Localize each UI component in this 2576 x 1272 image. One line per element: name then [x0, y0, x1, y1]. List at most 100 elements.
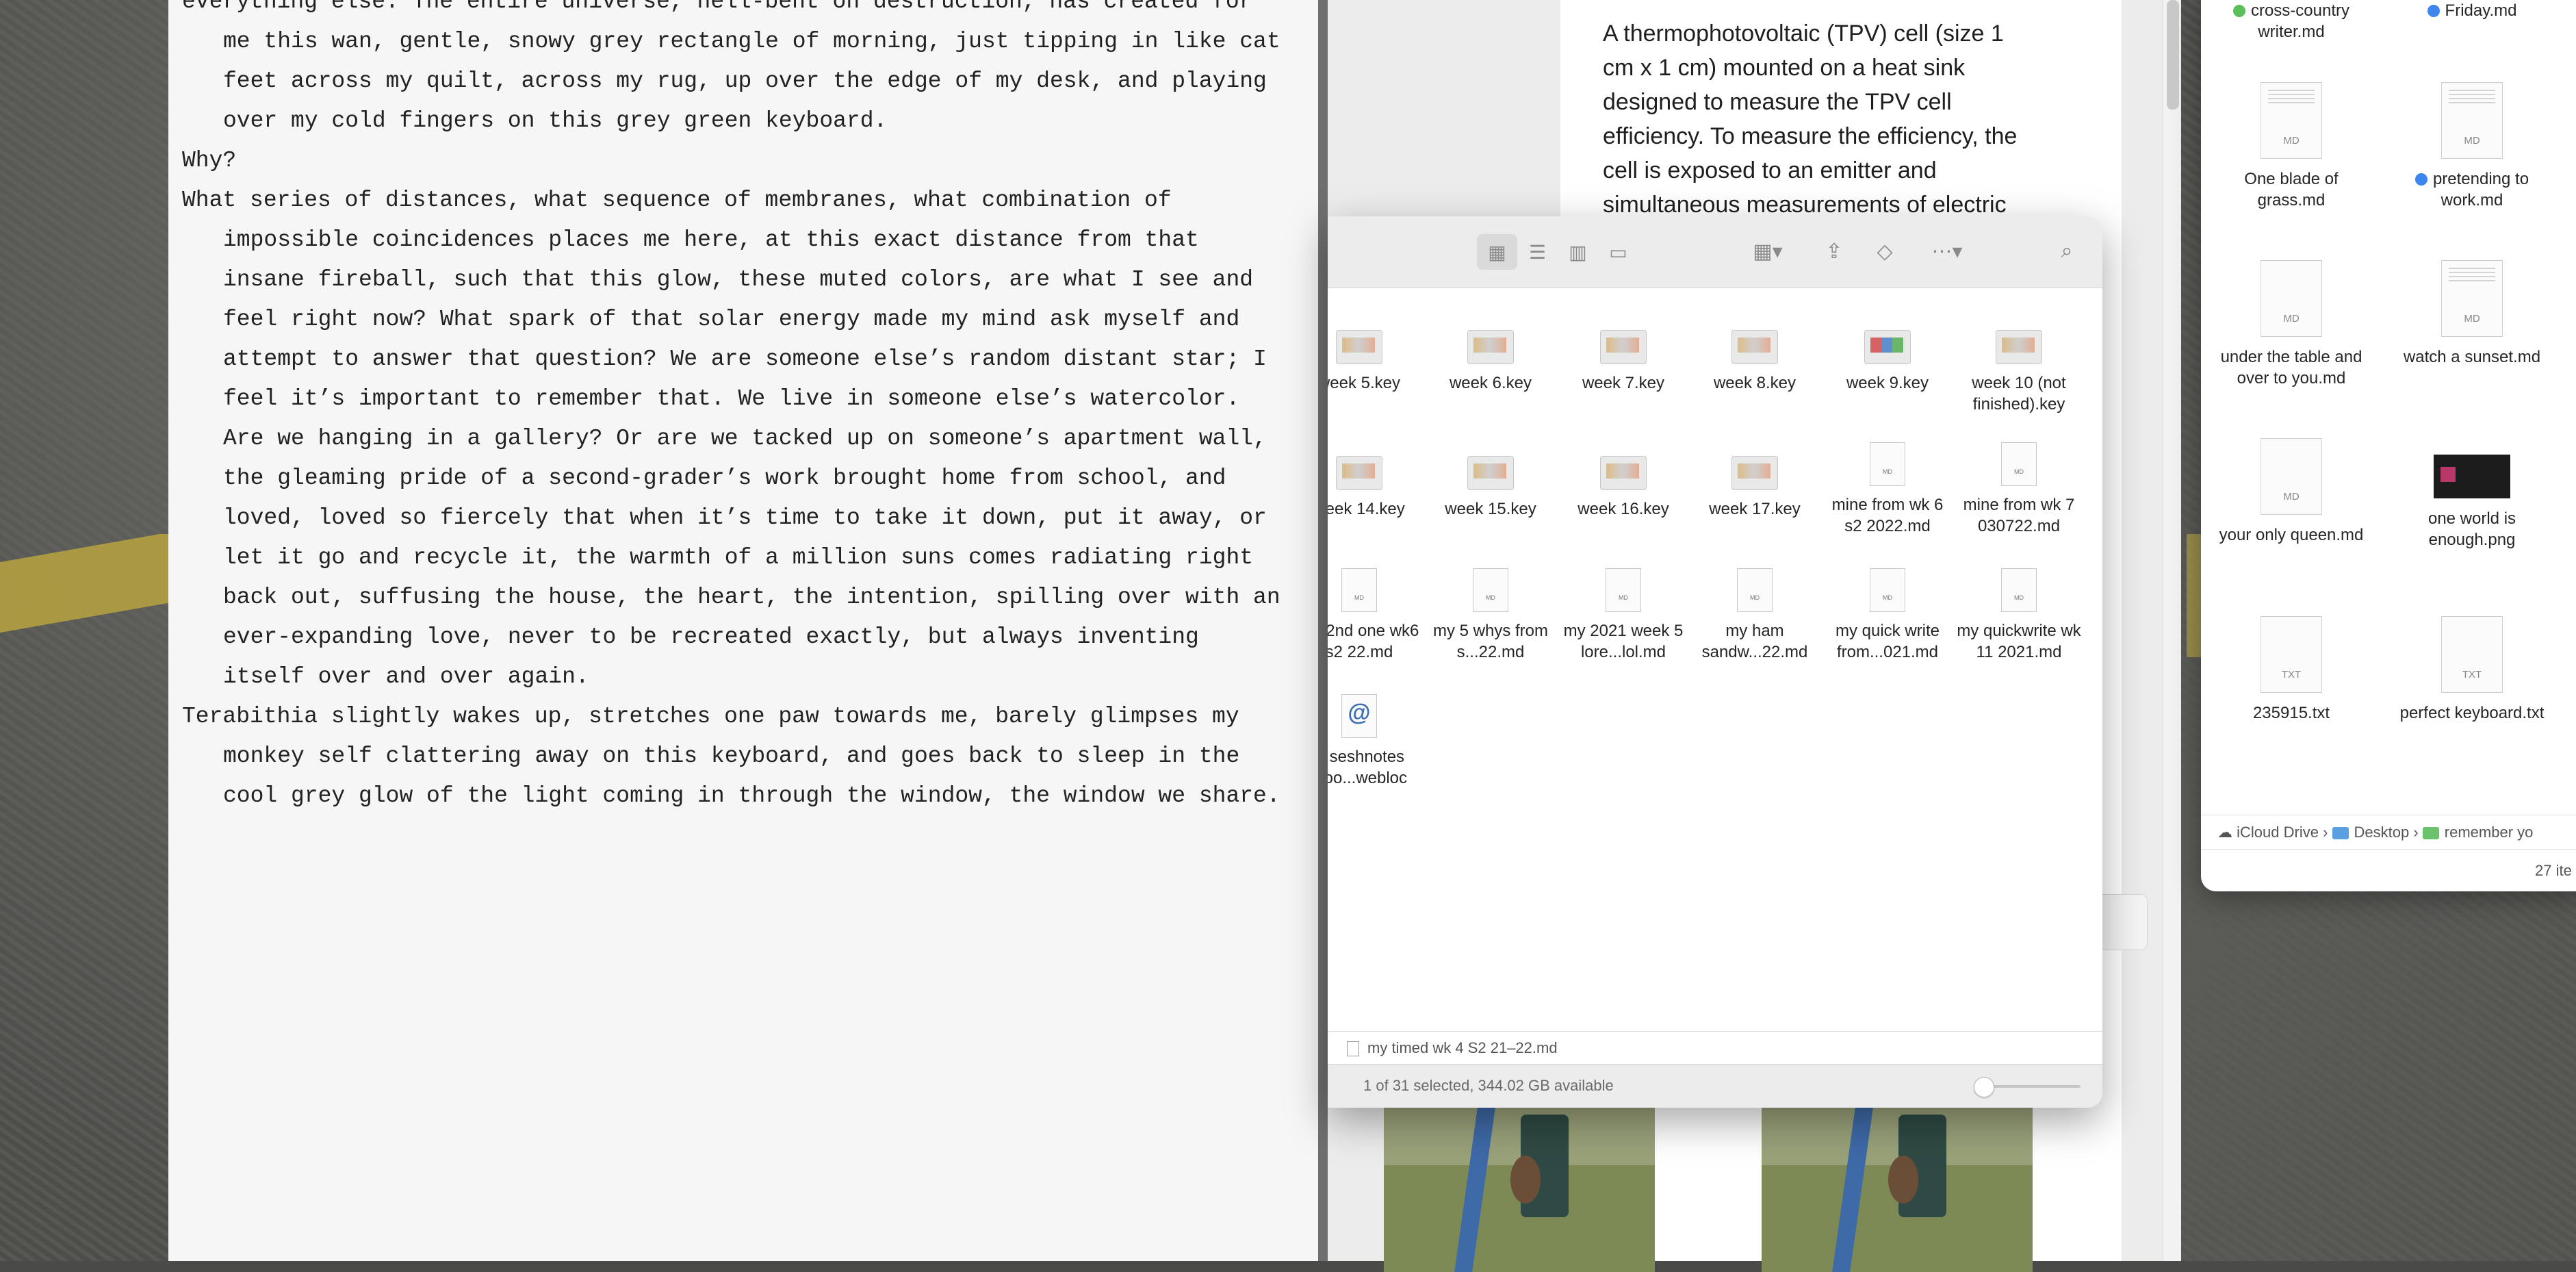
file-item[interactable]: week 9.key — [1825, 323, 1950, 394]
share-icon[interactable]: ⇪ — [1814, 234, 1855, 268]
file-item[interactable]: mine from wk 7 030722.md — [1956, 442, 2082, 537]
path-item[interactable]: my timed wk 4 S2 21–22.md — [1367, 1032, 1558, 1065]
file-item[interactable]: Friday.md — [2390, 0, 2554, 21]
file-item[interactable]: my ham sandw...22.md — [1692, 568, 1818, 663]
file-item[interactable]: MD pretending to work.md — [2390, 82, 2554, 211]
markdown-file-icon: MD — [2261, 260, 2322, 337]
keynote-file-icon — [1600, 330, 1647, 364]
green-tag-icon — [2232, 5, 2245, 17]
markdown-file-icon — [1870, 568, 1905, 612]
markdown-file-icon — [1606, 568, 1641, 612]
right-finder-path-bar: ☁ iCloud Drive › Desktop › remember yo — [2201, 815, 2576, 850]
tag-icon[interactable]: ◇ — [1864, 234, 1905, 268]
keynote-file-icon — [1467, 456, 1514, 490]
finder-status-bar: 1 of 31 selected, 344.02 GB available — [1328, 1064, 2102, 1108]
finder-path-bar: my timed wk 4 S2 21–22.md — [1328, 1031, 2102, 1065]
file-item[interactable]: cross-country writer.md — [2209, 0, 2373, 42]
view-switcher[interactable]: ▦ ☰ ▥ ▭ — [1477, 234, 1638, 270]
markdown-file-icon: MD — [2261, 82, 2322, 159]
markdown-file-icon: MD — [2261, 438, 2322, 515]
editor-paragraph: Terabithia slightly wakes up, stretches … — [182, 704, 1280, 809]
text-file-icon: TXT — [2261, 616, 2322, 693]
keynote-file-icon — [1731, 456, 1778, 490]
text-file-icon: TXT — [2441, 616, 2503, 693]
cloud-icon: ☁ — [2217, 824, 2232, 841]
right-finder-scrollbar[interactable] — [2167, 0, 2179, 110]
keynote-file-icon — [1336, 330, 1382, 364]
editor-paragraph: everything else. The entire universe, he… — [182, 0, 1280, 133]
breadcrumb-item[interactable]: remember yo — [2445, 824, 2534, 841]
breadcrumb-item[interactable]: Desktop — [2354, 824, 2410, 841]
text-editor-window[interactable]: everything else. The entire universe, he… — [168, 0, 1328, 1261]
file-item[interactable]: one world is enough.png — [2390, 438, 2554, 550]
finder-icon-grid: week 5.key week 6.key week 7.key week 8.… — [1328, 288, 2102, 1005]
breadcrumb: ☁ iCloud Drive › Desktop › remember yo — [2217, 824, 2534, 841]
slider-knob[interactable] — [1974, 1077, 1994, 1097]
editor-paragraph: Why? — [182, 148, 237, 173]
markdown-file-icon — [2001, 568, 2037, 612]
file-item[interactable]: week 7.key — [1560, 323, 1686, 394]
file-item[interactable]: TXT 235915.txt — [2209, 616, 2373, 724]
file-item[interactable]: my 5 whys from s...22.md — [1428, 568, 1554, 663]
file-item[interactable]: week 10 (not finished).key — [1956, 323, 2082, 415]
icon-view-icon[interactable]: ▦ — [1477, 234, 1517, 270]
file-item[interactable]: my quick write from...021.md — [1825, 568, 1950, 663]
road-line — [0, 534, 178, 644]
keynote-file-icon — [1467, 330, 1514, 364]
markdown-file-icon — [1341, 568, 1377, 612]
file-item[interactable]: my 2nd one wk6 s2 22.md — [1328, 568, 1422, 663]
folder-icon — [2332, 827, 2349, 839]
group-icon[interactable]: ▦▾ — [1737, 234, 1799, 268]
keynote-file-icon — [1996, 330, 2042, 364]
markdown-file-icon — [2001, 442, 2037, 486]
document-icon — [1347, 1041, 1359, 1056]
editor-text-area[interactable]: everything else. The entire universe, he… — [182, 0, 1291, 816]
file-item[interactable]: my quickwrite wk 11 2021.md — [1956, 568, 2082, 663]
keynote-file-icon — [1731, 330, 1778, 364]
status-text: 1 of 31 selected, 344.02 GB available — [1363, 1077, 1614, 1094]
blue-tag-icon — [2414, 173, 2427, 186]
file-item[interactable]: MD your only queen.md — [2209, 438, 2373, 546]
editor-paragraph: What series of distances, what sequence … — [182, 188, 1280, 689]
keynote-file-icon — [1600, 456, 1647, 490]
gallery-view-icon[interactable]: ▭ — [1598, 234, 1638, 270]
file-item[interactable]: week 8.key — [1692, 323, 1818, 394]
column-view-icon[interactable]: ▥ — [1558, 234, 1598, 270]
file-item[interactable]: week 17.key — [1692, 449, 1818, 520]
markdown-file-icon: MD — [2441, 260, 2503, 337]
markdown-file-icon: MD — [2441, 82, 2503, 159]
keynote-file-icon — [1864, 330, 1911, 364]
markdown-file-icon — [1473, 568, 1508, 612]
image-thumbnail-icon — [2434, 455, 2510, 498]
webloc-file-icon: @ — [1341, 694, 1377, 738]
file-item[interactable]: @V seshnotes Goo...webloc — [1328, 694, 1422, 789]
right-finder-window[interactable]: cross-country writer.md Friday.md MD One… — [2201, 0, 2576, 891]
keynote-file-icon — [1336, 456, 1382, 490]
file-item[interactable]: MD One blade of grass.md — [2209, 82, 2373, 211]
squirrel-photo — [1762, 1108, 2033, 1272]
markdown-file-icon — [1870, 442, 1905, 486]
finder-window[interactable]: ▦ ☰ ▥ ▭ ▦▾ ⇪ ◇ ⋯▾ ⌕ week 5.key week 6.ke… — [1328, 216, 2102, 1108]
right-finder-status-bar: 27 ite — [2201, 849, 2576, 891]
finder-toolbar: ▦ ☰ ▥ ▭ ▦▾ ⇪ ◇ ⋯▾ ⌕ — [1328, 216, 2102, 288]
item-count: 27 ite — [2535, 862, 2572, 879]
folder-icon — [2422, 827, 2439, 839]
file-item[interactable]: week 16.key — [1560, 449, 1686, 520]
file-item[interactable]: MD watch a sunset.md — [2390, 260, 2554, 368]
breadcrumb-item[interactable]: iCloud Drive — [2237, 824, 2319, 841]
document-scrollbar[interactable] — [2163, 0, 2181, 1261]
file-item[interactable]: week 6.key — [1428, 323, 1554, 394]
blue-tag-icon — [2427, 5, 2440, 17]
squirrel-photo — [1384, 1108, 1655, 1272]
file-item[interactable]: MD under the table and over to you.md — [2209, 260, 2373, 389]
file-item[interactable]: TXT perfect keyboard.txt — [2390, 616, 2554, 724]
file-item[interactable]: my 2021 week 5 lore...lol.md — [1560, 568, 1686, 663]
file-item[interactable]: week 5.key — [1328, 323, 1422, 394]
search-icon[interactable]: ⌕ — [2046, 234, 2087, 268]
markdown-file-icon — [1737, 568, 1773, 612]
list-view-icon[interactable]: ☰ — [1517, 234, 1558, 270]
file-item[interactable]: week 15.key — [1428, 449, 1554, 520]
more-icon[interactable]: ⋯▾ — [1916, 234, 1978, 268]
file-item[interactable]: mine from wk 6 s2 2022.md — [1825, 442, 1950, 537]
file-item[interactable]: week 14.key — [1328, 449, 1422, 520]
